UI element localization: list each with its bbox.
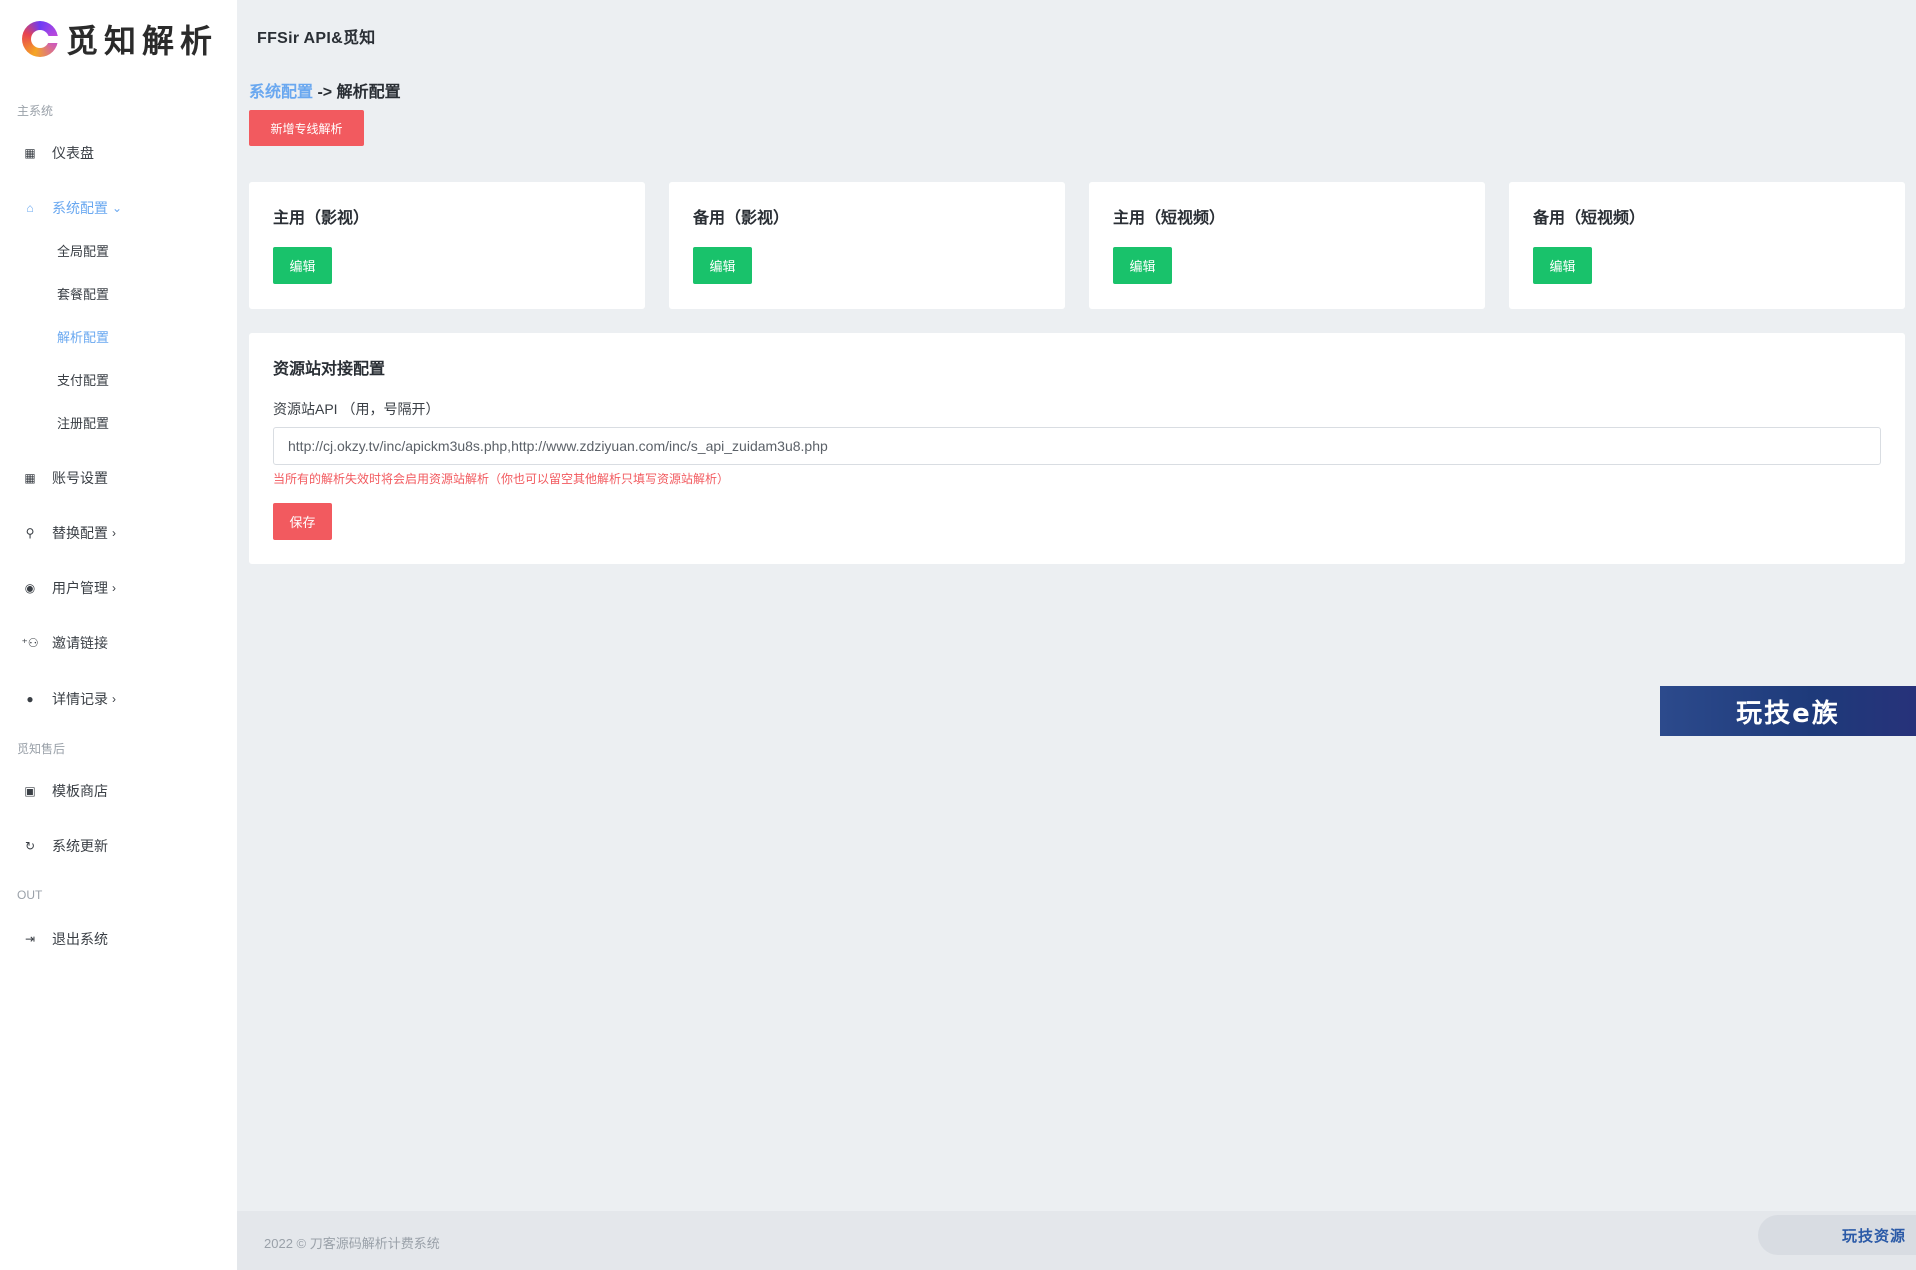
sidebar-item-template-store[interactable]: ▣ 模板商店 bbox=[22, 781, 108, 801]
card-title: 资源站对接配置 bbox=[273, 361, 386, 378]
sidebar-item-update[interactable]: ↻ 系统更新 bbox=[22, 836, 108, 856]
sidebar-item-logout[interactable]: ⇥ 退出系统 bbox=[22, 929, 108, 949]
sidebar-subitem-parse[interactable]: 解析配置 bbox=[57, 327, 109, 346]
save-button[interactable]: 保存 bbox=[273, 503, 332, 540]
sidebar-subitem-package[interactable]: 套餐配置 bbox=[57, 284, 109, 303]
section-label-out: OUT bbox=[17, 888, 43, 902]
logo[interactable]: 觅知解析 bbox=[22, 16, 218, 62]
sidebar-item-users[interactable]: ◉ 用户管理 › bbox=[22, 578, 116, 598]
chevron-right-icon: › bbox=[112, 526, 116, 540]
watermark-banner: 玩技e族 bbox=[1660, 686, 1916, 736]
footer-watermark: 玩技资源 bbox=[1758, 1215, 1916, 1255]
home-icon: ⌂ bbox=[26, 201, 34, 215]
resource-config-card: 资源站对接配置 资源站API （用，号隔开） 当所有的解析失效时将会启用资源站解… bbox=[249, 333, 1905, 564]
sidebar-item-label: 替换配置 bbox=[52, 525, 108, 541]
breadcrumb-parent-link[interactable]: 系统配置 bbox=[249, 84, 313, 101]
parse-card-primary-short: 主用（短视频） 编辑 bbox=[1089, 182, 1485, 309]
sidebar-item-label: 仪表盘 bbox=[52, 145, 94, 161]
sidebar-item-dashboard[interactable]: ▦ 仪表盘 bbox=[22, 143, 94, 163]
dashboard-icon: ▦ bbox=[24, 146, 36, 160]
breadcrumb: 系统配置 -> 解析配置 bbox=[249, 78, 401, 102]
search-icon: ⚲ bbox=[25, 526, 35, 540]
copyright-text: 2022 © 刀客源码解析计费系统 bbox=[264, 1236, 440, 1251]
sidebar: 觅知解析 主系统 ▦ 仪表盘 ⌂ 系统配置 ⌄ 全局配置 套餐配置 解析配置 支… bbox=[0, 0, 237, 1270]
sidebar-item-label: 系统配置 bbox=[52, 200, 108, 216]
sidebar-subitem-payment[interactable]: 支付配置 bbox=[57, 370, 109, 389]
chevron-down-icon: ⌄ bbox=[112, 201, 123, 215]
chevron-right-icon: › bbox=[112, 581, 116, 595]
card-title: 主用（影视） bbox=[273, 210, 370, 227]
edit-button[interactable]: 编辑 bbox=[693, 247, 752, 284]
card-title: 备用（短视频） bbox=[1533, 210, 1646, 227]
sidebar-item-account[interactable]: ▦ 账号设置 bbox=[22, 468, 108, 488]
refresh-icon: ↻ bbox=[24, 839, 36, 853]
sidebar-item-system-config[interactable]: ⌂ 系统配置 ⌄ bbox=[22, 198, 122, 218]
sidebar-item-label: 模板商店 bbox=[52, 783, 108, 799]
logout-icon: ⇥ bbox=[24, 932, 36, 946]
card-title: 备用（影视） bbox=[693, 210, 790, 227]
resource-api-input[interactable] bbox=[273, 427, 1881, 465]
grid-icon: ▦ bbox=[24, 471, 36, 485]
sidebar-item-label: 邀请链接 bbox=[52, 635, 108, 651]
api-field-hint: 当所有的解析失效时将会启用资源站解析（你也可以留空其他解析只填写资源站解析） bbox=[273, 472, 730, 486]
dot-icon: ● bbox=[26, 692, 34, 706]
footer: 2022 © 刀客源码解析计费系统 玩技资源 bbox=[237, 1211, 1916, 1270]
breadcrumb-arrow: -> bbox=[317, 84, 333, 101]
sidebar-subitem-register[interactable]: 注册配置 bbox=[57, 413, 109, 432]
sidebar-item-label: 系统更新 bbox=[52, 838, 108, 854]
user-add-icon: ⁺⚇ bbox=[21, 636, 39, 650]
edit-button[interactable]: 编辑 bbox=[1113, 247, 1172, 284]
sidebar-item-label: 退出系统 bbox=[52, 931, 108, 947]
section-label-after: 觅知售后 bbox=[17, 742, 66, 756]
card-title: 主用（短视频） bbox=[1113, 210, 1226, 227]
watermark-text: 玩技e族 bbox=[1736, 698, 1840, 729]
sidebar-item-label: 用户管理 bbox=[52, 580, 108, 596]
add-line-parse-button[interactable]: 新增专线解析 bbox=[249, 110, 364, 146]
section-label-main: 主系统 bbox=[17, 104, 54, 118]
parse-card-backup-short: 备用（短视频） 编辑 bbox=[1509, 182, 1905, 309]
app-title: FFSir API&觅知 bbox=[257, 30, 376, 47]
footer-watermark-text: 玩技资源 bbox=[1841, 1227, 1906, 1245]
user-icon: ◉ bbox=[24, 581, 36, 595]
sidebar-item-records[interactable]: ● 详情记录 › bbox=[22, 689, 116, 709]
logo-text: 觅知解析 bbox=[66, 22, 219, 60]
edit-button[interactable]: 编辑 bbox=[1533, 247, 1592, 284]
bag-icon: ▣ bbox=[24, 784, 36, 798]
chevron-right-icon: › bbox=[112, 692, 116, 706]
sidebar-item-label: 账号设置 bbox=[52, 470, 108, 486]
sidebar-subitem-global[interactable]: 全局配置 bbox=[57, 241, 109, 260]
sidebar-item-replace[interactable]: ⚲ 替换配置 › bbox=[22, 523, 116, 543]
logo-icon bbox=[22, 21, 58, 57]
parse-card-backup-video: 备用（影视） 编辑 bbox=[669, 182, 1065, 309]
breadcrumb-current: 解析配置 bbox=[336, 84, 401, 101]
edit-button[interactable]: 编辑 bbox=[273, 247, 332, 284]
api-field-label: 资源站API （用，号隔开） bbox=[273, 401, 440, 417]
sidebar-item-invite[interactable]: ⁺⚇ 邀请链接 bbox=[21, 633, 108, 653]
sidebar-item-label: 详情记录 bbox=[52, 691, 108, 707]
parse-card-primary-video: 主用（影视） 编辑 bbox=[249, 182, 645, 309]
